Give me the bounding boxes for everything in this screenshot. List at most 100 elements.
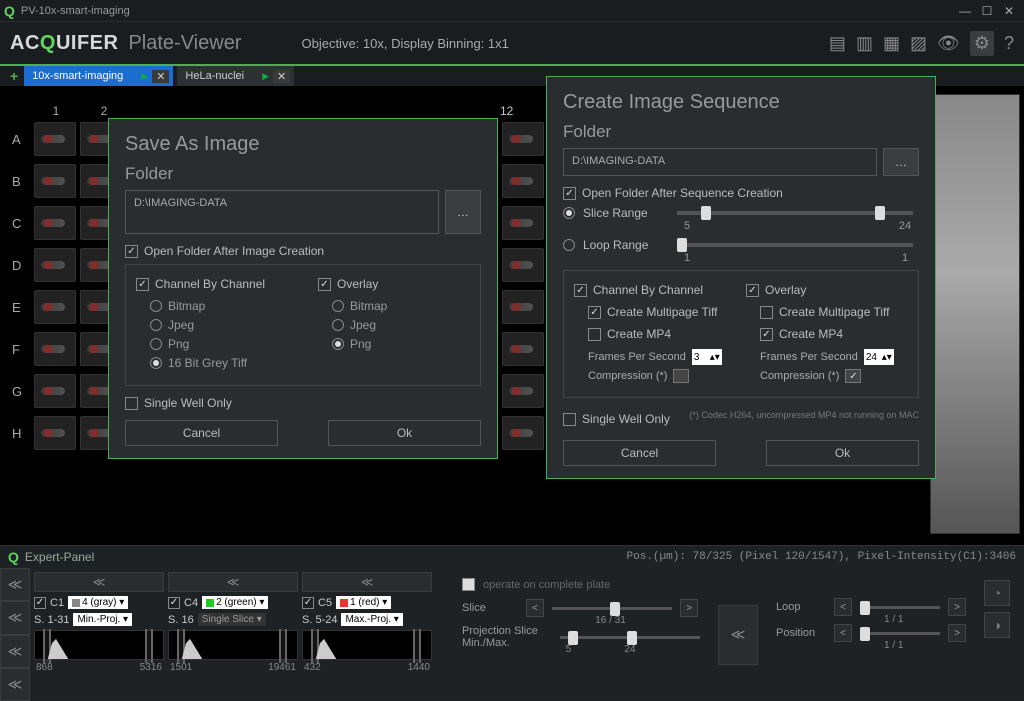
well[interactable]	[34, 416, 76, 450]
well[interactable]	[34, 374, 76, 408]
loop-next-button[interactable]: >	[948, 598, 966, 616]
compression-checkbox[interactable]	[673, 369, 689, 383]
slice-range-slider[interactable]	[677, 211, 913, 215]
channel-color-select[interactable]: 4 (gray) ▾	[68, 596, 128, 609]
projection-select[interactable]: Min.-Proj. ▾	[73, 613, 132, 626]
seq-multipage-tiff-checkbox[interactable]: Create Multipage Tiff	[588, 305, 736, 319]
well[interactable]	[34, 332, 76, 366]
well[interactable]	[502, 332, 544, 366]
tab-hela-nuclei[interactable]: HeLa-nuclei ▶ ✕	[177, 66, 294, 86]
well[interactable]	[502, 164, 544, 198]
fmt-bitmap-radio[interactable]: Bitmap	[150, 299, 288, 313]
slice-next-button[interactable]: >	[680, 599, 698, 617]
channel-enable-checkbox[interactable]	[302, 597, 314, 609]
gear-icon[interactable]: ⚙	[970, 31, 994, 56]
slice-prev-button[interactable]: <	[526, 599, 544, 617]
well[interactable]	[34, 206, 76, 240]
position-next-button[interactable]: >	[948, 624, 966, 642]
folder-input[interactable]: D:\IMAGING-DATA	[125, 190, 439, 234]
well[interactable]	[502, 248, 544, 282]
collapse-button[interactable]: ≪	[0, 601, 30, 634]
well[interactable]	[34, 164, 76, 198]
minimize-button[interactable]: —	[954, 4, 976, 18]
slice-slider[interactable]: 16 / 31	[552, 607, 672, 610]
fps-spinner[interactable]: 24▴▾	[864, 349, 894, 365]
well[interactable]	[502, 122, 544, 156]
well[interactable]	[502, 206, 544, 240]
close-icon[interactable]: ✕	[152, 70, 169, 83]
projection-select[interactable]: Max.-Proj. ▾	[341, 613, 402, 626]
close-button[interactable]: ✕	[998, 4, 1020, 18]
seq-overlay-checkbox[interactable]: Overlay	[746, 283, 908, 297]
loop-range-slider[interactable]	[677, 243, 913, 247]
eye-icon[interactable]: 👁	[937, 33, 960, 54]
play-icon[interactable]: ▶	[262, 71, 269, 82]
library-icon[interactable]: ▥	[856, 33, 873, 54]
well[interactable]	[34, 122, 76, 156]
channel-color-select[interactable]: 1 (red) ▾	[336, 596, 391, 609]
maximize-button[interactable]: ☐	[976, 4, 998, 18]
channel-collapse-button[interactable]: ≪	[168, 572, 298, 592]
channel-by-channel-checkbox[interactable]: Channel By Channel	[136, 277, 288, 291]
collapse-button[interactable]: ≪	[0, 635, 30, 668]
loop-prev-button[interactable]: <	[834, 598, 852, 616]
projection-slider[interactable]: 5 24	[560, 636, 700, 639]
loop-slider[interactable]: 1 / 1	[860, 606, 940, 609]
film-icon[interactable]: ▨	[910, 33, 927, 54]
view-mode-button[interactable]: ◑	[984, 612, 1010, 638]
loop-range-row[interactable]: Loop Range	[563, 238, 919, 252]
well[interactable]	[502, 290, 544, 324]
position-slider[interactable]: 1 / 1	[860, 632, 940, 635]
fmt-png-radio[interactable]: Png	[150, 337, 288, 351]
open-folder-icon[interactable]: ▤	[829, 33, 846, 54]
overlay-checkbox[interactable]: Overlay	[318, 277, 470, 291]
collapse-button[interactable]: ≪	[0, 568, 30, 601]
slice-range-row[interactable]: Slice Range	[563, 206, 919, 220]
help-icon[interactable]: ?	[1004, 33, 1014, 54]
channel-enable-checkbox[interactable]	[168, 597, 180, 609]
channel-enable-checkbox[interactable]	[34, 597, 46, 609]
open-folder-checkbox[interactable]: Open Folder After Image Creation	[125, 244, 481, 258]
seq-ov-multipage-tiff-checkbox[interactable]: Create Multipage Tiff	[760, 305, 908, 319]
fps-spinner[interactable]: 3▴▾	[692, 349, 722, 365]
folder-input[interactable]: D:\IMAGING-DATA	[563, 148, 877, 176]
projection-select[interactable]: Single Slice ▾	[198, 613, 266, 626]
cancel-button[interactable]: Cancel	[125, 420, 278, 446]
ov-bitmap-radio[interactable]: Bitmap	[332, 299, 470, 313]
well[interactable]	[34, 290, 76, 324]
compression-checkbox[interactable]	[845, 369, 861, 383]
fmt-jpeg-radio[interactable]: Jpeg	[150, 318, 288, 332]
position-prev-button[interactable]: <	[834, 624, 852, 642]
seq-create-mp4-checkbox[interactable]: Create MP4	[588, 327, 736, 341]
histogram[interactable]	[34, 630, 164, 660]
collapse-right-button[interactable]: ≪	[718, 605, 758, 665]
histogram[interactable]	[302, 630, 432, 660]
seq-single-well-checkbox[interactable]: Single Well Only	[563, 412, 670, 426]
view-mode-button[interactable]: ◔	[984, 580, 1010, 606]
play-icon[interactable]: ▶	[141, 71, 148, 82]
image-preview[interactable]: fit	[930, 94, 1020, 534]
add-tab-button[interactable]: +	[4, 66, 24, 86]
ov-png-radio[interactable]: Png	[332, 337, 470, 351]
open-folder-checkbox[interactable]: Open Folder After Sequence Creation	[563, 186, 919, 200]
loop-range-radio[interactable]	[563, 239, 575, 251]
channel-color-select[interactable]: 2 (green) ▾	[202, 596, 268, 609]
ov-jpeg-radio[interactable]: Jpeg	[332, 318, 470, 332]
channel-collapse-button[interactable]: ≪	[302, 572, 432, 592]
ok-button[interactable]: Ok	[766, 440, 919, 466]
browse-button[interactable]: …	[445, 190, 481, 234]
well[interactable]	[34, 248, 76, 282]
close-icon[interactable]: ✕	[273, 70, 290, 83]
histogram[interactable]	[168, 630, 298, 660]
seq-ov-create-mp4-checkbox[interactable]: Create MP4	[760, 327, 908, 341]
search-icon[interactable]: Q	[8, 549, 19, 565]
fmt-tiff16-radio[interactable]: 16 Bit Grey Tiff	[150, 356, 288, 370]
well[interactable]	[502, 374, 544, 408]
collapse-button[interactable]: ≪	[0, 668, 30, 701]
slice-range-radio[interactable]	[563, 207, 575, 219]
tab-10x-smart-imaging[interactable]: 10x-smart-imaging ▶ ✕	[24, 66, 173, 86]
cancel-button[interactable]: Cancel	[563, 440, 716, 466]
well[interactable]	[502, 416, 544, 450]
seq-ch-by-ch-checkbox[interactable]: Channel By Channel	[574, 283, 736, 297]
browse-button[interactable]: …	[883, 148, 919, 176]
